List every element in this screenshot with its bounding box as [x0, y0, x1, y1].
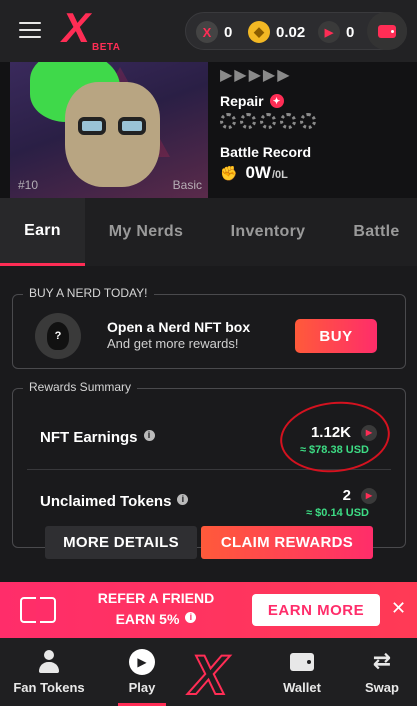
x-logo-icon[interactable]: X	[189, 642, 228, 706]
unclaimed-tokens-usd: ≈ $0.14 USD	[306, 507, 369, 519]
earn-more-button[interactable]: EARN MORE	[252, 594, 380, 626]
rewards-title: Rewards Summary	[23, 380, 138, 394]
swap-icon: ⇄	[372, 649, 392, 674]
buy-box-title: BUY A NERD TODAY!	[23, 286, 154, 300]
hamburger-menu-icon[interactable]	[19, 22, 41, 38]
close-icon[interactable]: ✕	[391, 598, 406, 619]
play-icon: ▶	[129, 649, 155, 675]
buy-nerd-box: BUY A NERD TODAY! ? Open a Nerd NFT box …	[12, 286, 406, 369]
wallet-icon	[378, 24, 396, 38]
play-token-icon: ▶	[361, 487, 377, 504]
x-token-amount: 0	[224, 23, 233, 41]
gloves-icon: ✊	[220, 166, 238, 182]
refer-earn: EARN 5% i	[66, 611, 246, 627]
x-token-icon: X	[196, 21, 218, 43]
buy-subline: And get more rewards!	[107, 336, 239, 351]
bnb-amount: 0.02	[276, 23, 306, 41]
claim-rewards-button[interactable]: CLAIM REWARDS	[201, 526, 373, 559]
more-details-button[interactable]: MORE DETAILS	[45, 526, 197, 559]
person-icon	[38, 650, 60, 674]
nav-fan-tokens[interactable]: Fan Tokens	[0, 638, 98, 706]
play-amount: 0	[346, 23, 355, 41]
tab-bar: Earn My Nerds Inventory Battle	[0, 198, 417, 266]
tab-my-nerds[interactable]: My Nerds	[90, 198, 202, 266]
gear-icon	[300, 113, 316, 129]
nav-label: Swap	[365, 680, 399, 695]
play-balance[interactable]: ▶ 0	[318, 21, 354, 43]
bottom-nav: Fan Tokens ▶ Play X Wallet ⇄ Swap	[0, 638, 417, 706]
buy-button[interactable]: BUY	[295, 319, 377, 353]
nav-wallet[interactable]: Wallet	[270, 638, 334, 706]
nav-label: Fan Tokens	[13, 680, 85, 695]
nerd-id: #10	[18, 178, 39, 192]
nav-swap[interactable]: ⇄ Swap	[350, 638, 414, 706]
battle-losses: /0L	[271, 169, 288, 181]
info-icon[interactable]: i	[177, 493, 189, 505]
nft-earnings-label: NFT Earnings i	[40, 429, 155, 446]
tab-earn[interactable]: Earn	[0, 198, 85, 266]
wallet-button[interactable]	[367, 12, 407, 50]
refer-title: REFER A FRIEND	[97, 590, 215, 606]
energy-arrows: ▶▶▶▶▶	[220, 65, 292, 84]
nav-label: Wallet	[283, 680, 321, 695]
gear-icon	[260, 113, 276, 129]
refer-banner: REFER A FRIEND EARN 5% i EARN MORE ✕	[0, 582, 417, 638]
battle-wins: 0W	[245, 163, 271, 182]
gift-icon	[20, 597, 56, 623]
logo-x: X	[62, 4, 90, 51]
question-icon: ?	[47, 322, 69, 350]
repair-label: Repair	[220, 93, 264, 109]
unclaimed-tokens-label: Unclaimed Tokens i	[40, 493, 189, 510]
x-token-balance[interactable]: X 0	[196, 21, 232, 43]
gear-icon	[240, 113, 256, 129]
nerd-rarity: Basic	[172, 178, 202, 192]
info-icon[interactable]: i	[185, 611, 197, 623]
buy-headline: Open a Nerd NFT box	[107, 319, 251, 335]
nav-label: Play	[128, 680, 156, 695]
nerd-nft-image[interactable]: #10 Basic	[10, 62, 208, 198]
app-logo[interactable]: X BETA	[62, 4, 122, 54]
wallet-icon	[290, 653, 314, 671]
wrench-icon: ✦	[269, 94, 284, 108]
app-header: X BETA X 0 ◆ 0.02 ▶ 0	[0, 0, 417, 62]
bnb-coin-icon: ◆	[248, 21, 270, 43]
play-token-icon: ▶	[318, 21, 340, 43]
nav-play[interactable]: ▶ Play	[108, 638, 176, 706]
info-icon[interactable]: i	[143, 429, 155, 441]
balance-bar: X 0 ◆ 0.02 ▶ 0	[185, 12, 407, 50]
nerd-card: #10 Basic ▶▶▶▶▶ Repair ✦ Battle Record ✊…	[0, 62, 417, 198]
gear-icon	[220, 113, 236, 129]
gear-icon	[280, 113, 296, 129]
battle-record-label: Battle Record	[220, 144, 312, 160]
tab-inventory[interactable]: Inventory	[212, 198, 324, 266]
tab-battle[interactable]: Battle	[336, 198, 417, 266]
unclaimed-tokens-value: 2 ▶	[343, 487, 377, 504]
bnb-balance[interactable]: ◆ 0.02	[248, 21, 305, 43]
battle-record: ✊ 0W /0L	[220, 163, 288, 183]
beta-badge: BETA	[92, 42, 121, 53]
repair-gears	[220, 113, 316, 129]
repair-row[interactable]: Repair ✦	[220, 93, 284, 109]
mystery-nerd-avatar: ?	[35, 313, 81, 359]
